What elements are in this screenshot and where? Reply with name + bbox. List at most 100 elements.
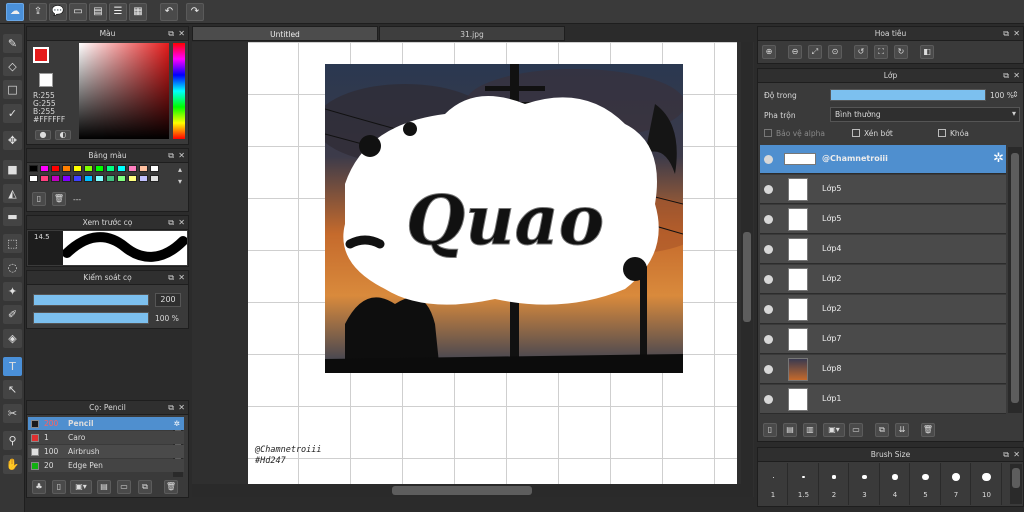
detach-icon[interactable]: ⧉ [1003, 69, 1009, 82]
visibility-eye-icon[interactable] [764, 215, 773, 224]
secondary-color-swatch[interactable] [39, 73, 53, 87]
palette-swatch[interactable] [73, 175, 82, 182]
layer-duplicate-icon[interactable]: ⧉ [875, 423, 889, 437]
fill-rect-tool-icon[interactable]: ■ [3, 160, 22, 179]
brush-item-caro[interactable]: 1 Caro [28, 431, 184, 444]
visibility-eye-icon[interactable] [764, 245, 773, 254]
palette-swatch[interactable] [139, 175, 148, 182]
gradient-tool-icon[interactable]: ▬ [3, 207, 22, 226]
brush-size-slider[interactable] [33, 294, 149, 306]
page-icon[interactable]: ▤ [89, 3, 107, 21]
color-swap-button[interactable]: ◐ [55, 130, 71, 140]
detach-icon[interactable]: ⧉ [168, 149, 174, 162]
layer-row[interactable]: Lớp5 [760, 205, 1006, 234]
layer-row[interactable]: Lớp1 [760, 385, 1006, 414]
new-halftone-layer-icon[interactable]: ▤ [783, 423, 797, 437]
opacity-stepper-icon[interactable]: ⇕ [1012, 88, 1019, 101]
rotate-right-icon[interactable]: ↻ [894, 45, 908, 59]
brush-delete-icon[interactable]: 🗑 [164, 480, 178, 494]
gear-icon[interactable]: ✲ [993, 151, 1004, 166]
palette-scroll-down-icon[interactable]: ▾ [178, 175, 182, 188]
layer-row[interactable]: Lớp2 [760, 265, 1006, 294]
palette-swatch[interactable] [106, 165, 115, 172]
close-icon[interactable]: ✕ [1013, 448, 1020, 461]
palette-swatch[interactable] [128, 175, 137, 182]
palette-swatch[interactable] [95, 165, 104, 172]
visibility-eye-icon[interactable] [764, 395, 773, 404]
brush-item-pencil[interactable]: 200 Pencil ✲ [28, 417, 184, 430]
app-logo-icon[interactable]: ☁ [6, 3, 24, 21]
grid-icon[interactable]: ▦ [129, 3, 147, 21]
gear-icon[interactable]: ✲ [174, 417, 180, 430]
hue-slider[interactable] [173, 43, 185, 139]
brush-new-icon[interactable]: ▯ [52, 480, 66, 494]
undo-icon[interactable]: ↶ [160, 3, 178, 21]
detach-icon[interactable]: ⧉ [168, 401, 174, 414]
brush-size-value[interactable]: 200 [155, 293, 181, 307]
brush-size-option[interactable]: 1.5 [789, 463, 819, 505]
close-icon[interactable]: ✕ [178, 27, 185, 40]
brush-folder-icon[interactable]: ▭ [117, 480, 131, 494]
detach-icon[interactable]: ⧉ [1003, 448, 1009, 461]
palette-swatch[interactable] [150, 165, 159, 172]
select-tool-icon[interactable]: ⬚ [3, 234, 22, 253]
palette-swatch[interactable] [29, 175, 38, 182]
detach-icon[interactable]: ⧉ [1003, 27, 1009, 40]
eraser-tool-icon[interactable]: ◇ [3, 57, 22, 76]
palette-swatch[interactable] [62, 165, 71, 172]
brush-size-option[interactable]: 5 [911, 463, 941, 505]
detach-icon[interactable]: ⧉ [168, 27, 174, 40]
visibility-eye-icon[interactable] [764, 155, 773, 164]
visibility-eye-icon[interactable] [764, 305, 773, 314]
palette-swatch[interactable] [84, 175, 93, 182]
canvas-horizontal-scrollbar[interactable] [192, 484, 741, 497]
brush-item-edge-pen[interactable]: 20 Edge Pen [28, 459, 184, 472]
select-pen-tool-icon[interactable]: ✐ [3, 305, 22, 324]
zoom-in-icon[interactable]: ⊕ [762, 45, 776, 59]
operation-tool-icon[interactable]: ↖ [3, 380, 22, 399]
fit-screen-icon[interactable]: ⤢ [808, 45, 822, 59]
close-icon[interactable]: ✕ [178, 216, 185, 229]
layer-row[interactable]: Lớp2 [760, 295, 1006, 324]
palette-swatch[interactable] [128, 165, 137, 172]
layer-merge-icon[interactable]: ⇊ [895, 423, 909, 437]
palette-swatch[interactable] [117, 165, 126, 172]
palette-swatch[interactable] [117, 175, 126, 182]
palette-swatch[interactable] [40, 175, 49, 182]
brush-size-option[interactable]: 2 [819, 463, 849, 505]
layer-menu-icon[interactable]: ▣▾ [823, 423, 845, 437]
chat-icon[interactable]: ▭ [69, 3, 87, 21]
brush-size-option[interactable]: 3 [850, 463, 880, 505]
new-1bit-layer-icon[interactable]: ▥ [803, 423, 817, 437]
palette-swatch[interactable] [62, 175, 71, 182]
detach-icon[interactable]: ⧉ [168, 271, 174, 284]
text-tool-icon[interactable]: T [3, 357, 22, 376]
delete-palette-button[interactable]: 🗑 [52, 192, 66, 206]
brush-size-option[interactable]: 10 [972, 463, 1002, 505]
brush-add-icon[interactable]: ♣ [32, 480, 46, 494]
palette-swatch[interactable] [40, 165, 49, 172]
layer-row[interactable]: Lớp8 [760, 355, 1006, 384]
palette-swatch[interactable] [95, 175, 104, 182]
close-icon[interactable]: ✕ [178, 271, 185, 284]
new-layer-icon[interactable]: ▯ [763, 423, 777, 437]
rectangle-tool-icon[interactable]: □ [3, 80, 22, 99]
primary-color-swatch[interactable] [33, 47, 49, 63]
actual-size-icon[interactable]: ⊙ [828, 45, 842, 59]
hand-tool-icon[interactable]: ✋ [3, 455, 22, 474]
close-icon[interactable]: ✕ [1013, 69, 1020, 82]
palette-swatch[interactable] [84, 165, 93, 172]
move-tool-icon[interactable]: ✥ [3, 131, 22, 150]
saturation-value-picker[interactable] [79, 43, 169, 139]
tab-31-jpg[interactable]: 31.jpg [379, 26, 565, 41]
brush-opacity-slider[interactable] [33, 312, 149, 324]
zoom-out-icon[interactable]: ⊖ [788, 45, 802, 59]
check-tool-icon[interactable]: ✓ [3, 104, 22, 123]
magic-wand-tool-icon[interactable]: ✦ [3, 282, 22, 301]
lasso-tool-icon[interactable]: ◌ [3, 258, 22, 277]
bucket-tool-icon[interactable]: ◭ [3, 184, 22, 203]
palette-swatch[interactable] [51, 175, 60, 182]
layer-row[interactable]: @Chamnetroiii ✲ [760, 145, 1006, 174]
palette-swatch[interactable] [73, 165, 82, 172]
brush-size-option[interactable]: 7 [941, 463, 971, 505]
